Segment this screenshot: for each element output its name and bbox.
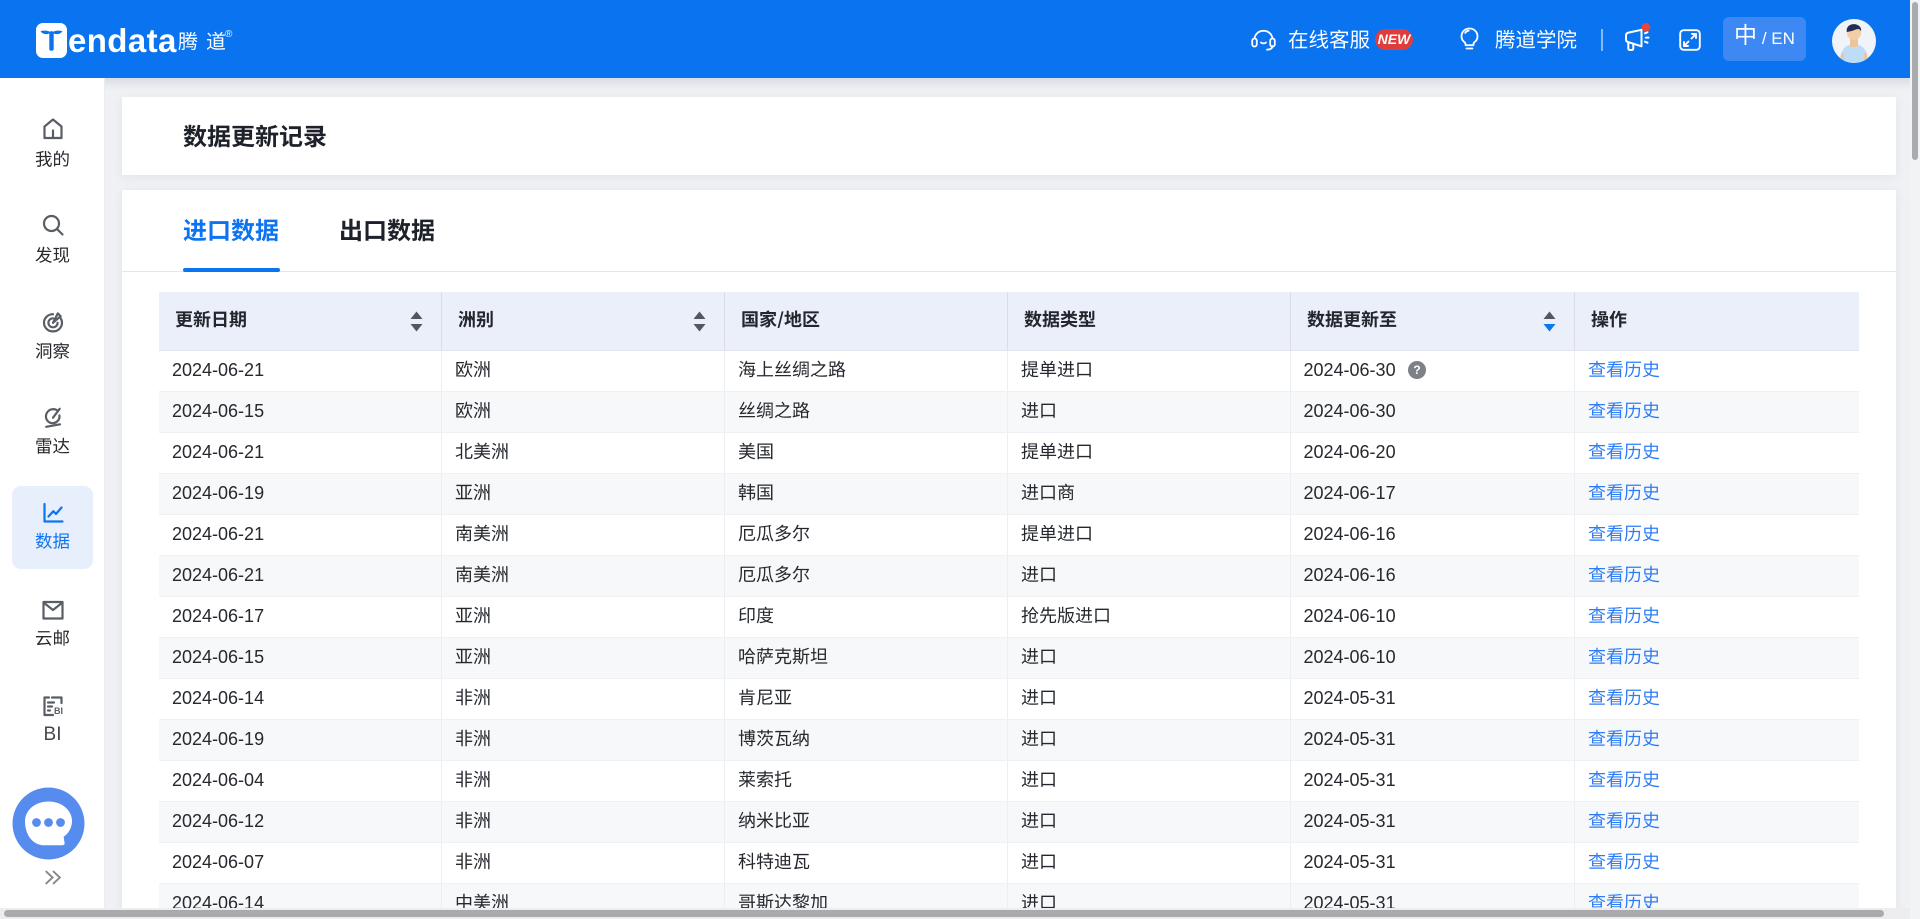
svg-text:BI: BI (54, 706, 63, 716)
svg-text:?: ? (1413, 363, 1420, 377)
